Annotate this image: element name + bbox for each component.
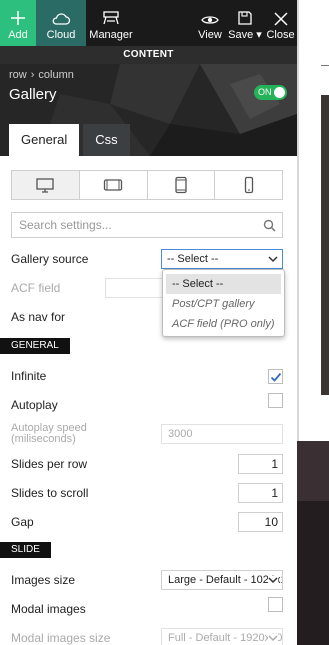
mobile-icon xyxy=(244,176,253,194)
cloud-button[interactable]: Cloud xyxy=(36,0,86,46)
chevron-down-icon xyxy=(268,634,278,642)
option-select[interactable]: -- Select -- xyxy=(166,274,281,294)
checkmark-icon xyxy=(270,372,282,382)
as-nav-for-label: As nav for xyxy=(11,310,66,324)
modal-images-size-value: Full - Default - 1920x1080 xyxy=(168,632,283,644)
slides-to-scroll-label: Slides to scroll xyxy=(11,486,89,500)
device-tablet[interactable] xyxy=(146,171,215,199)
row-gap: Gap 10 xyxy=(11,511,283,533)
row-images-size: Images size Large - Default - 1024x1024 xyxy=(11,569,283,591)
save-icon xyxy=(238,11,252,25)
row-gallery-source: Gallery source -- Select -- xyxy=(11,248,283,270)
toggle-label: ON xyxy=(258,87,272,97)
gallery-source-select[interactable]: -- Select -- xyxy=(161,249,283,269)
images-size-value: Large - Default - 1024x1024 xyxy=(168,574,282,586)
gap-input[interactable]: 10 xyxy=(238,512,283,532)
manager-icon xyxy=(103,11,119,25)
modal-images-label: Modal images xyxy=(11,602,86,616)
search-icon[interactable] xyxy=(263,219,276,232)
slides-per-row-input[interactable]: 1 xyxy=(238,454,283,474)
autoplay-label: Autoplay xyxy=(11,398,58,412)
preview-divider xyxy=(321,65,329,66)
content-bar: CONTENT xyxy=(0,46,297,64)
acf-field-label: ACF field xyxy=(11,281,61,295)
row-autoplay-speed: Autoplay speed (miliseconds) 3000 xyxy=(11,423,283,445)
enable-toggle[interactable]: ON xyxy=(254,85,287,100)
add-label: Add xyxy=(8,29,28,41)
save-label: Save ▾ xyxy=(228,29,262,41)
images-size-label: Images size xyxy=(11,573,76,587)
row-slides-per-row: Slides per row 1 xyxy=(11,453,283,475)
modal-images-checkbox[interactable] xyxy=(268,597,283,612)
infinite-label: Infinite xyxy=(11,369,47,383)
eye-icon xyxy=(201,16,219,24)
infinite-checkbox[interactable] xyxy=(268,368,283,384)
acf-field-input xyxy=(105,278,165,298)
images-size-select[interactable]: Large - Default - 1024x1024 xyxy=(161,570,283,590)
close-label: Close xyxy=(266,29,295,41)
tablet-landscape-icon xyxy=(103,179,123,191)
device-switcher xyxy=(11,170,283,200)
search-input[interactable] xyxy=(12,213,282,237)
top-toolbar: Add Cloud Manager View Save ▾ Close xyxy=(0,0,297,46)
row-modal-images-size: Modal images size Full - Default - 1920x… xyxy=(11,627,283,645)
slides-to-scroll-input[interactable]: 1 xyxy=(238,483,283,503)
breadcrumb: row › column xyxy=(9,69,74,81)
breadcrumb-row[interactable]: row xyxy=(9,69,27,81)
desktop-icon xyxy=(36,178,55,193)
row-infinite: Infinite xyxy=(11,365,283,387)
row-slides-to-scroll: Slides to scroll 1 xyxy=(11,482,283,504)
device-mobile[interactable] xyxy=(214,171,282,199)
modal-images-size-select[interactable]: Full - Default - 1920x1080 xyxy=(161,628,283,645)
autoplay-speed-input[interactable]: 3000 xyxy=(161,424,283,444)
device-tablet-landscape[interactable] xyxy=(78,171,147,199)
manager-label: Manager xyxy=(89,29,133,41)
add-button[interactable]: Add xyxy=(0,0,36,46)
search-settings xyxy=(11,212,283,238)
view-label: View xyxy=(198,29,222,41)
row-modal-images: Modal images xyxy=(11,597,283,620)
section-general-header: GENERAL xyxy=(0,338,70,354)
modal-images-size-label: Modal images size xyxy=(11,631,111,645)
plus-icon xyxy=(11,11,25,25)
cloud-icon xyxy=(52,13,71,25)
page-preview xyxy=(297,0,329,645)
gallery-source-dropdown: -- Select -- Post/CPT gallery ACF field … xyxy=(162,269,285,337)
breadcrumb-column[interactable]: column xyxy=(38,69,73,81)
manager-button[interactable]: Manager xyxy=(86,0,136,46)
gallery-source-value: -- Select -- xyxy=(167,253,219,265)
toggle-knob xyxy=(274,87,285,98)
tab-bar: General Css xyxy=(9,124,130,156)
gallery-source-label: Gallery source xyxy=(11,252,89,266)
close-button[interactable]: Close xyxy=(264,0,297,46)
save-button[interactable]: Save ▾ xyxy=(226,0,264,46)
device-desktop[interactable] xyxy=(12,171,79,199)
element-title: Gallery xyxy=(9,86,57,103)
section-slide-header: SLIDE xyxy=(0,542,51,558)
autoplay-checkbox[interactable] xyxy=(268,393,283,408)
chevron-down-icon xyxy=(268,576,278,584)
option-acf-field-pro[interactable]: ACF field (PRO only) xyxy=(166,314,281,334)
view-button[interactable]: View xyxy=(194,0,226,46)
preview-image xyxy=(321,95,329,395)
tab-general[interactable]: General xyxy=(9,124,80,156)
close-icon xyxy=(273,12,288,26)
chevron-down-icon xyxy=(268,256,278,263)
gap-label: Gap xyxy=(11,515,34,529)
autoplay-speed-label: Autoplay speed (miliseconds) xyxy=(11,422,87,445)
option-post-cpt-gallery[interactable]: Post/CPT gallery xyxy=(166,294,281,314)
element-header: row › column Gallery ON General Css xyxy=(0,64,297,156)
tab-css[interactable]: Css xyxy=(83,124,130,156)
cloud-label: Cloud xyxy=(46,29,76,41)
tablet-icon xyxy=(175,176,187,194)
slides-per-row-label: Slides per row xyxy=(11,457,88,471)
row-autoplay: Autoplay xyxy=(11,393,283,416)
preview-image-lower-top xyxy=(297,441,329,501)
settings-panel: Gallery source -- Select -- ACF field As… xyxy=(0,156,297,645)
